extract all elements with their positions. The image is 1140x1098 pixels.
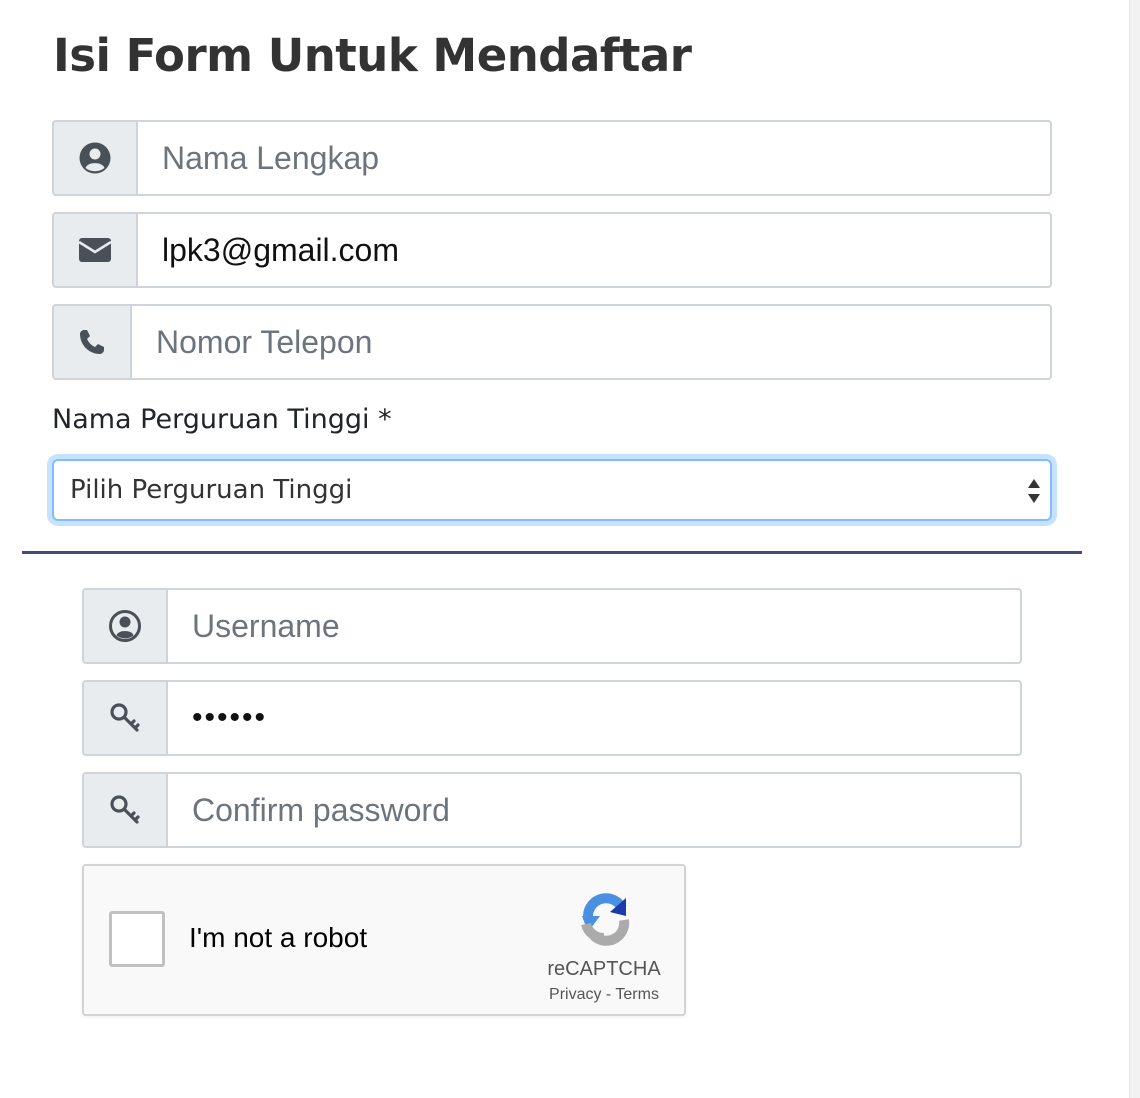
terms-link[interactable]: Terms xyxy=(615,986,659,1003)
email-group xyxy=(52,212,1052,288)
page-title: Isi Form Untuk Mendaftar xyxy=(53,29,692,82)
links-separator: - xyxy=(601,986,616,1003)
recaptcha-widget: I'm not a robot reCAPTCHA Privacy - Term… xyxy=(82,864,686,1016)
full-name-group xyxy=(52,120,1052,196)
confirm-password-group xyxy=(82,772,1022,848)
username-group xyxy=(82,588,1022,664)
user-circle-outline-icon xyxy=(82,588,166,664)
phone-icon xyxy=(52,304,130,380)
username-input[interactable] xyxy=(166,588,1022,664)
privacy-link[interactable]: Privacy xyxy=(549,986,601,1003)
recaptcha-brand: reCAPTCHA xyxy=(547,958,661,980)
key-icon xyxy=(82,772,166,848)
phone-input[interactable] xyxy=(130,304,1052,380)
user-circle-icon xyxy=(52,120,136,196)
confirm-password-input[interactable] xyxy=(166,772,1022,848)
recaptcha-links: Privacy - Terms xyxy=(504,986,704,1004)
select-arrows-icon xyxy=(1026,476,1042,506)
password-input[interactable] xyxy=(166,680,1022,756)
recaptcha-label: I'm not a robot xyxy=(189,922,368,953)
recaptcha-logo-icon xyxy=(574,886,638,950)
email-input[interactable] xyxy=(136,212,1052,288)
phone-group xyxy=(52,304,1052,380)
envelope-icon xyxy=(52,212,136,288)
section-divider xyxy=(22,551,1082,554)
password-group xyxy=(82,680,1022,756)
recaptcha-checkbox[interactable] xyxy=(109,911,165,967)
full-name-input[interactable] xyxy=(136,120,1052,196)
university-selected-value: Pilih Perguruan Tinggi xyxy=(70,475,353,505)
key-icon xyxy=(82,680,166,756)
scrollbar-track[interactable] xyxy=(1129,0,1140,1098)
university-select[interactable]: Pilih Perguruan Tinggi xyxy=(52,459,1052,521)
university-label: Nama Perguruan Tinggi * xyxy=(52,404,392,435)
